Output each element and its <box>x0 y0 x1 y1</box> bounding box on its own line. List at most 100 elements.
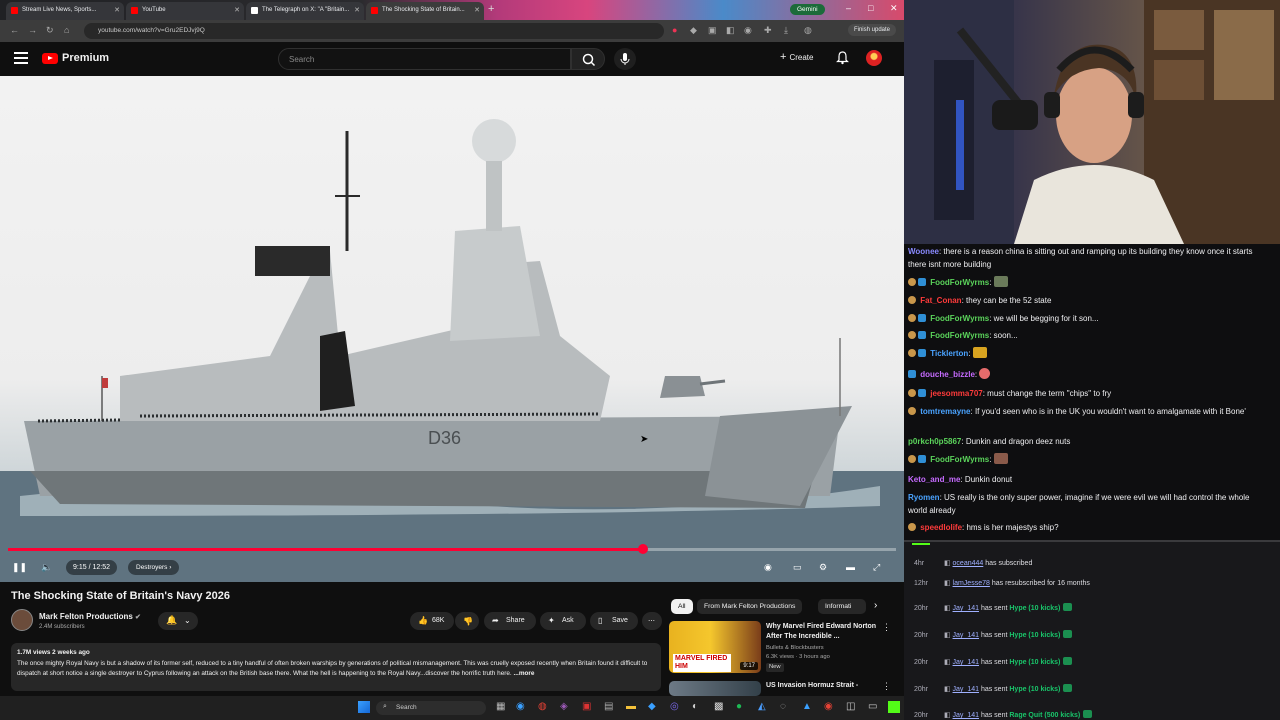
app-icon[interactable]: ▭ <box>868 701 877 712</box>
task-view-icon[interactable]: ▦ <box>496 701 505 712</box>
extension-icon[interactable]: ▣ <box>708 25 717 36</box>
close-tab-icon[interactable]: ✕ <box>354 6 360 14</box>
close-tab-icon[interactable]: ✕ <box>234 6 240 14</box>
chip-from-channel[interactable]: From Mark Felton Productions <box>697 599 803 614</box>
close-tab-icon[interactable]: ✕ <box>114 6 120 14</box>
search-button[interactable] <box>571 48 605 70</box>
save-button[interactable]: ▯ Save <box>590 612 638 630</box>
chat-username[interactable]: speedlolife <box>920 523 962 532</box>
chat-username[interactable]: Ticklerton <box>930 349 968 358</box>
progress-scrubber-handle[interactable] <box>637 544 648 554</box>
minimize-icon[interactable]: – <box>846 3 851 13</box>
chat-username[interactable]: tomtremayne <box>920 407 970 416</box>
channel-avatar[interactable] <box>11 609 33 631</box>
downloads-icon[interactable]: ⤓ <box>784 25 788 36</box>
event-user[interactable]: Jay_141 <box>953 712 979 719</box>
extensions-puzzle-icon[interactable]: ✚ <box>764 25 772 36</box>
event-user[interactable]: Jay_141 <box>953 686 979 693</box>
chapter-button[interactable]: Destroyers › <box>128 560 180 575</box>
chat-username[interactable]: FoodForWyrms <box>930 455 989 464</box>
chat-username[interactable]: Keto_and_me <box>908 475 960 484</box>
youtube-premium-logo[interactable]: Premium <box>42 52 109 64</box>
subscription-bell-button[interactable]: 🔔 ⌄ <box>158 612 198 630</box>
like-button[interactable]: 👍 68K <box>410 612 454 630</box>
event-user[interactable]: Jay_141 <box>953 659 979 666</box>
profile-icon[interactable]: ◍ <box>804 25 812 36</box>
chat-username[interactable]: p0rkch0p5867 <box>908 437 961 446</box>
chat-username[interactable]: Ryomen <box>908 493 940 502</box>
settings-gear-icon[interactable]: ⚙ <box>819 562 827 573</box>
chat-username[interactable]: Woonee <box>908 247 939 256</box>
captions-icon[interactable]: ▭ <box>793 562 802 573</box>
chat-username[interactable]: FoodForWyrms <box>930 314 989 323</box>
rec-channel[interactable]: Bullets & Blockbusters <box>766 644 824 653</box>
app-icon[interactable]: ▤ <box>604 701 613 712</box>
app-icon[interactable]: ▩ <box>714 701 723 712</box>
maximize-icon[interactable]: □ <box>868 3 873 13</box>
file-explorer-icon[interactable]: ▬ <box>626 701 636 712</box>
event-user[interactable]: lamJesse78 <box>953 580 990 587</box>
dislike-button[interactable]: 👎 <box>455 612 479 630</box>
progress-bar[interactable] <box>8 544 896 554</box>
app-icon[interactable]: ◆ <box>648 701 656 712</box>
chat-username[interactable]: Fat_Conan <box>920 296 961 305</box>
tab-shocking-state[interactable]: The Shocking State of Britain... ✕ <box>366 2 484 20</box>
reload-icon[interactable]: ↻ <box>46 25 54 36</box>
back-icon[interactable]: ← <box>10 25 19 35</box>
home-icon[interactable]: ⌂ <box>64 25 69 35</box>
windows-start-icon[interactable] <box>358 701 370 713</box>
kick-app-icon[interactable] <box>888 701 900 713</box>
extension-icon[interactable]: ◉ <box>744 25 752 36</box>
app-icon[interactable]: ◉ <box>824 701 833 712</box>
search-input[interactable]: Search <box>278 48 571 70</box>
share-button[interactable]: ➦ Share <box>484 612 536 630</box>
notifications-bell-icon[interactable] <box>836 51 849 65</box>
event-user[interactable]: Jay_141 <box>953 605 979 612</box>
extension-icon[interactable]: ● <box>672 25 677 35</box>
volume-icon[interactable]: 🔈 <box>41 562 52 573</box>
rec-thumbnail[interactable]: MARVEL FIRED HIM 9:17 <box>669 621 761 673</box>
video-player[interactable]: D36 ➤ ❚❚ 🔈 9:15 / 12:52 Destroyers › ◉ ▭… <box>0 76 904 582</box>
tab-telegraph[interactable]: The Telegraph on X: "A "Britain... ✕ <box>246 2 364 20</box>
chat-username[interactable]: douche_bizzle <box>920 370 975 379</box>
taskbar-search-input[interactable]: ⌕ Search <box>376 701 486 715</box>
event-user[interactable]: ocean444 <box>953 560 984 567</box>
app-icon[interactable]: ◎ <box>670 701 679 712</box>
app-icon[interactable]: ◫ <box>846 701 855 712</box>
chip-all[interactable]: All <box>671 599 693 614</box>
rec-more-icon[interactable]: ⋮ <box>882 681 891 692</box>
voice-search-button[interactable] <box>614 48 636 70</box>
event-user[interactable]: Jay_141 <box>953 632 979 639</box>
chat-username[interactable]: jeesomma707 <box>930 389 982 398</box>
chevron-right-icon[interactable]: › <box>874 600 877 611</box>
close-window-icon[interactable]: ✕ <box>890 3 898 14</box>
chat-username[interactable]: FoodForWyrms <box>930 278 989 287</box>
forward-icon[interactable]: → <box>28 25 37 35</box>
channel-name[interactable]: Mark Felton Productions ✔ <box>39 612 141 621</box>
more-link[interactable]: ...more <box>514 670 535 677</box>
app-icon[interactable]: ▲ <box>802 701 812 712</box>
rec-title[interactable]: Why Marvel Fired Edward Norton After The… <box>766 622 878 641</box>
more-actions-button[interactable]: ⋯ <box>642 612 662 630</box>
create-button[interactable]: + Create <box>780 51 813 63</box>
close-tab-icon[interactable]: ✕ <box>474 6 480 14</box>
tab-youtube[interactable]: YouTube ✕ <box>126 2 244 20</box>
theater-mode-icon[interactable]: ▬ <box>846 562 855 572</box>
new-tab-icon[interactable]: + <box>488 3 494 15</box>
extension-icon[interactable]: ◆ <box>690 25 697 36</box>
chrome-icon[interactable]: ◍ <box>538 701 547 712</box>
autoplay-toggle-icon[interactable]: ◉ <box>764 562 772 573</box>
app-icon[interactable]: ▣ <box>582 701 591 712</box>
rec-thumbnail[interactable] <box>669 681 761 696</box>
rec-title[interactable]: US Invasion Hormuz Strait - Could It Be … <box>766 681 878 690</box>
spotify-icon[interactable]: ● <box>736 701 742 712</box>
chip-informative[interactable]: Informati <box>818 599 866 614</box>
hamburger-menu-icon[interactable] <box>14 52 28 64</box>
description-box[interactable]: 1.7M views 2 weeks ago The once mighty R… <box>11 643 661 691</box>
gemini-button[interactable]: Gemini <box>790 4 825 15</box>
app-icon[interactable]: ◈ <box>560 701 568 712</box>
account-avatar[interactable] <box>866 50 882 66</box>
finish-update-button[interactable]: Finish update <box>847 24 896 36</box>
chat-username[interactable]: FoodForWyrms <box>930 331 989 340</box>
tab-stream-live-news[interactable]: Stream Live News, Sports... ✕ <box>6 2 124 20</box>
